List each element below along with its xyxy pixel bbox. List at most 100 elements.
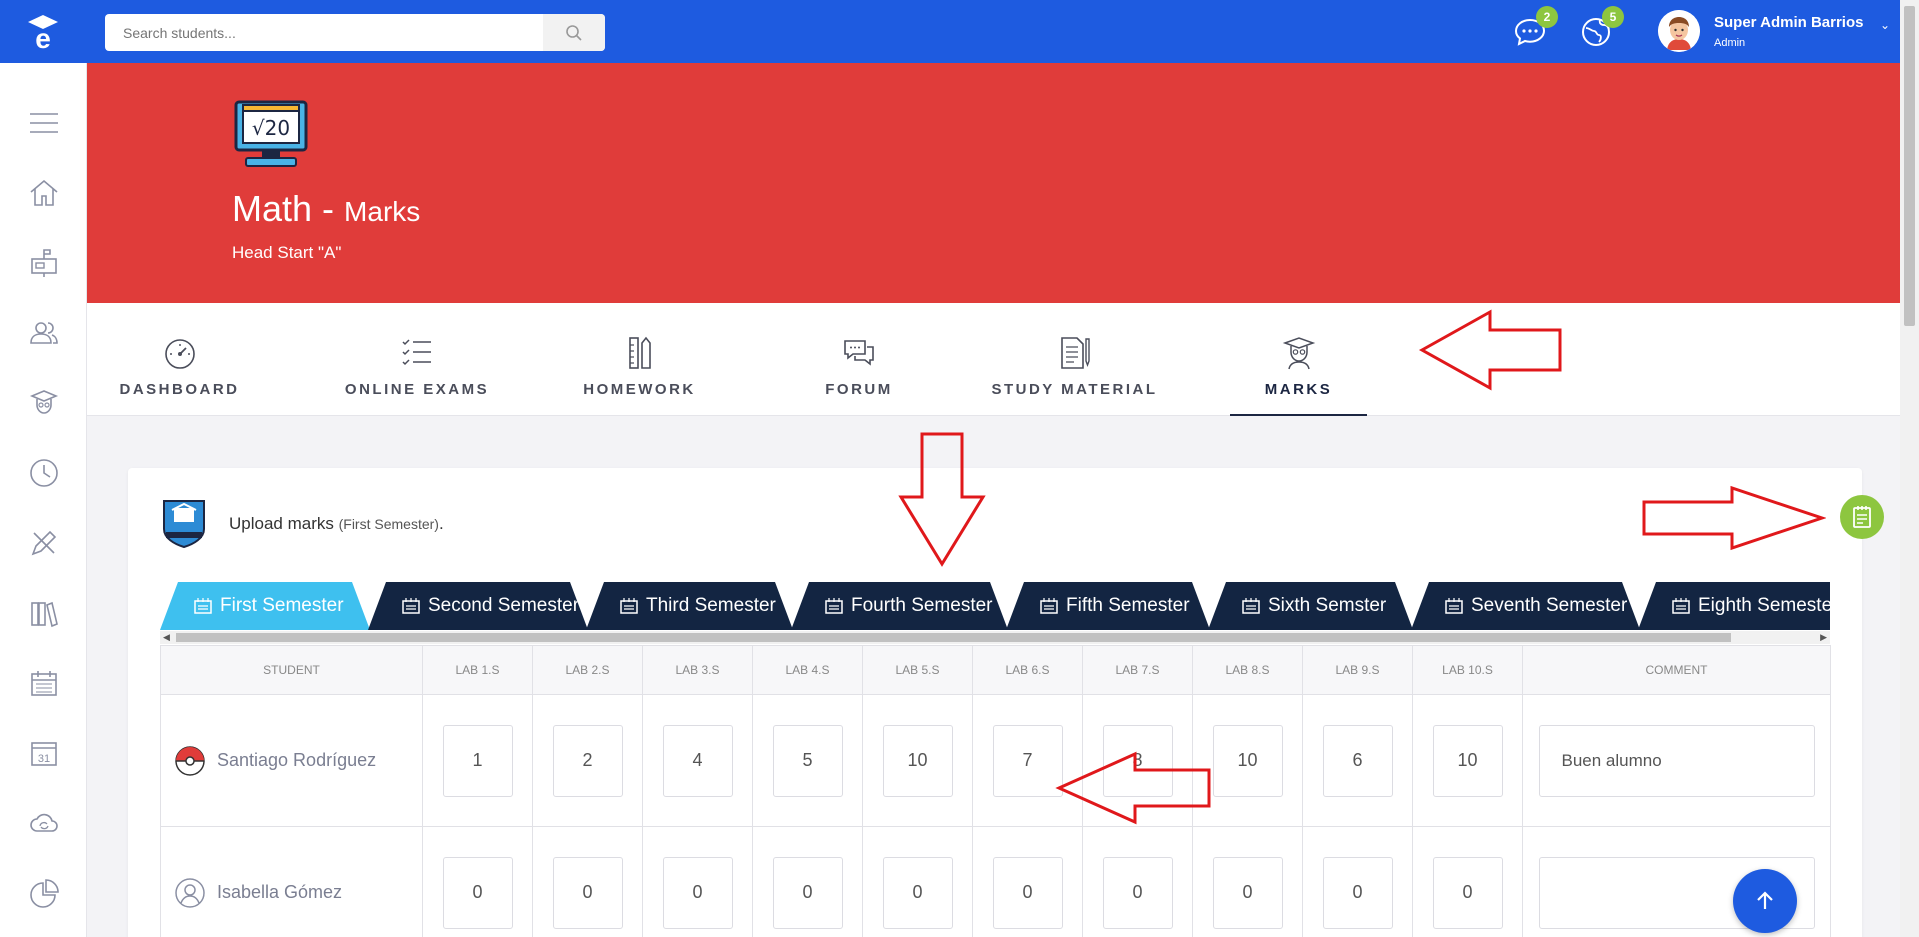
tab-label: STUDY MATERIAL bbox=[991, 381, 1158, 398]
heading-period: . bbox=[438, 514, 444, 533]
mark-cell: 10 bbox=[1412, 694, 1523, 827]
mark-cell: 0 bbox=[1082, 826, 1193, 937]
tabs-scrollbar-thumb[interactable] bbox=[176, 633, 1731, 642]
mark-cell: 0 bbox=[862, 826, 973, 937]
tab-second-semester[interactable]: Second Semester bbox=[368, 582, 588, 630]
sidebar: 31 bbox=[0, 63, 87, 937]
tab-marks[interactable]: MARKS bbox=[1230, 303, 1367, 416]
sidebar-item-students[interactable] bbox=[26, 385, 62, 421]
menu-icon bbox=[30, 113, 58, 133]
tab-sixth-semester[interactable]: Sixth Semster bbox=[1208, 582, 1413, 630]
search-button[interactable] bbox=[543, 14, 605, 51]
mark-input[interactable]: 10 bbox=[1432, 724, 1503, 797]
mark-input[interactable]: 1 bbox=[442, 724, 513, 797]
mark-input[interactable]: 0 bbox=[1322, 856, 1393, 929]
tab-homework[interactable]: HOMEWORK bbox=[567, 303, 712, 416]
user-menu[interactable]: Super Admin Barrios Admin ⌄ bbox=[1658, 10, 1898, 54]
current-semester: (First Semester) bbox=[338, 516, 439, 532]
mark-input[interactable]: 6 bbox=[1322, 724, 1393, 797]
page-title: Math - Marks bbox=[232, 188, 420, 230]
scroll-left-arrow[interactable]: ◀ bbox=[163, 631, 170, 644]
mark-cell: 8 bbox=[1082, 694, 1193, 827]
mark-input[interactable]: 2 bbox=[552, 724, 623, 797]
sidebar-item-library[interactable] bbox=[26, 595, 62, 631]
notifications-button[interactable]: 5 bbox=[1578, 6, 1624, 50]
notebook-icon bbox=[1853, 506, 1871, 528]
mark-input[interactable]: 0 bbox=[772, 856, 843, 929]
mailbox-icon bbox=[31, 249, 57, 277]
student-name[interactable]: Santiago Rodríguez bbox=[217, 750, 376, 771]
menu-toggle[interactable] bbox=[26, 105, 62, 141]
mark-cell: 2 bbox=[532, 694, 643, 827]
tab-forum[interactable]: FORUM bbox=[804, 303, 914, 416]
clock-icon bbox=[30, 459, 58, 487]
tab-label: First Semester bbox=[220, 595, 344, 616]
svg-text:31: 31 bbox=[38, 753, 50, 765]
home-icon bbox=[30, 179, 58, 206]
mark-input[interactable]: 0 bbox=[1212, 856, 1283, 929]
tab-first-semester[interactable]: First Semester bbox=[160, 582, 370, 630]
sidebar-item-home[interactable] bbox=[26, 175, 62, 211]
mark-input[interactable]: 8 bbox=[1102, 724, 1173, 797]
scroll-right-arrow[interactable]: ▶ bbox=[1820, 631, 1827, 644]
tab-fourth-semester[interactable]: Fourth Semester bbox=[791, 582, 1008, 630]
mark-input[interactable]: 4 bbox=[662, 724, 733, 797]
math-computer-icon: √20 bbox=[232, 98, 310, 170]
table-header-row: STUDENT LAB 1.S LAB 2.S LAB 3.S LAB 4.S … bbox=[160, 645, 1831, 695]
column-header: LAB 7.S bbox=[1082, 645, 1193, 695]
tab-third-semester[interactable]: Third Semester bbox=[586, 582, 793, 630]
sidebar-item-users[interactable] bbox=[26, 315, 62, 351]
page-scrollbar[interactable] bbox=[1900, 0, 1919, 937]
user-role: Admin bbox=[1714, 37, 1746, 49]
mark-input[interactable]: 10 bbox=[1212, 724, 1283, 797]
mark-input[interactable]: 0 bbox=[552, 856, 623, 929]
mark-input[interactable]: 5 bbox=[772, 724, 843, 797]
tab-study-material[interactable]: STUDY MATERIAL bbox=[987, 303, 1162, 416]
mark-cell: 4 bbox=[642, 694, 753, 827]
scrollbar-thumb[interactable] bbox=[1904, 6, 1915, 326]
sidebar-item-reports[interactable] bbox=[26, 875, 62, 911]
mark-input[interactable]: 10 bbox=[882, 724, 953, 797]
search-bar bbox=[105, 14, 605, 51]
tab-eighth-semester[interactable]: Eighth Semester bbox=[1638, 582, 1830, 630]
search-input[interactable] bbox=[105, 14, 543, 51]
chevron-down-icon: ⌄ bbox=[1880, 18, 1891, 32]
sidebar-item-calendar[interactable] bbox=[26, 665, 62, 701]
mark-input[interactable]: 0 bbox=[1432, 856, 1503, 929]
mark-input[interactable]: 0 bbox=[1102, 856, 1173, 929]
column-header: LAB 5.S bbox=[862, 645, 973, 695]
tabs-scrollbar[interactable]: ◀ ▶ bbox=[160, 631, 1830, 644]
tab-online-exams[interactable]: ONLINE EXAMS bbox=[337, 303, 497, 416]
mark-cell: 10 bbox=[1192, 694, 1303, 827]
student-name[interactable]: Isabella Gómez bbox=[217, 882, 342, 903]
sidebar-item-tools[interactable] bbox=[26, 525, 62, 561]
student-cell: Santiago Rodríguez bbox=[160, 694, 423, 827]
mark-input[interactable]: 0 bbox=[442, 856, 513, 929]
mark-input[interactable]: 0 bbox=[662, 856, 733, 929]
sidebar-item-events[interactable]: 31 bbox=[26, 735, 62, 771]
comment-input[interactable]: Buen alumno bbox=[1538, 724, 1815, 797]
register-icon bbox=[620, 598, 638, 614]
gradebook-button[interactable] bbox=[1840, 495, 1884, 539]
mark-input[interactable]: 0 bbox=[992, 856, 1063, 929]
register-icon bbox=[194, 598, 212, 614]
mark-input[interactable]: 7 bbox=[992, 724, 1063, 797]
messages-button[interactable]: 2 bbox=[1512, 6, 1558, 50]
chat-icon bbox=[844, 340, 874, 366]
marks-card: Upload marks (First Semester). First Sem… bbox=[128, 468, 1884, 937]
app-logo[interactable]: e bbox=[22, 10, 64, 54]
mark-cell: 0 bbox=[642, 826, 753, 937]
tab-seventh-semester[interactable]: Seventh Semester bbox=[1411, 582, 1640, 630]
sidebar-item-schedule[interactable] bbox=[26, 455, 62, 491]
sidebar-item-mail[interactable] bbox=[26, 245, 62, 281]
mark-input[interactable]: 0 bbox=[882, 856, 953, 929]
column-header: LAB 3.S bbox=[642, 645, 753, 695]
tab-fifth-semester[interactable]: Fifth Semester bbox=[1006, 582, 1210, 630]
tab-dashboard[interactable]: DASHBOARD bbox=[112, 303, 247, 416]
column-header: LAB 9.S bbox=[1302, 645, 1413, 695]
register-icon bbox=[825, 598, 843, 614]
scroll-to-top-button[interactable] bbox=[1733, 869, 1797, 933]
mark-cell: 0 bbox=[422, 826, 533, 937]
sidebar-item-cloud[interactable] bbox=[26, 805, 62, 841]
column-header: COMMENT bbox=[1522, 645, 1831, 695]
